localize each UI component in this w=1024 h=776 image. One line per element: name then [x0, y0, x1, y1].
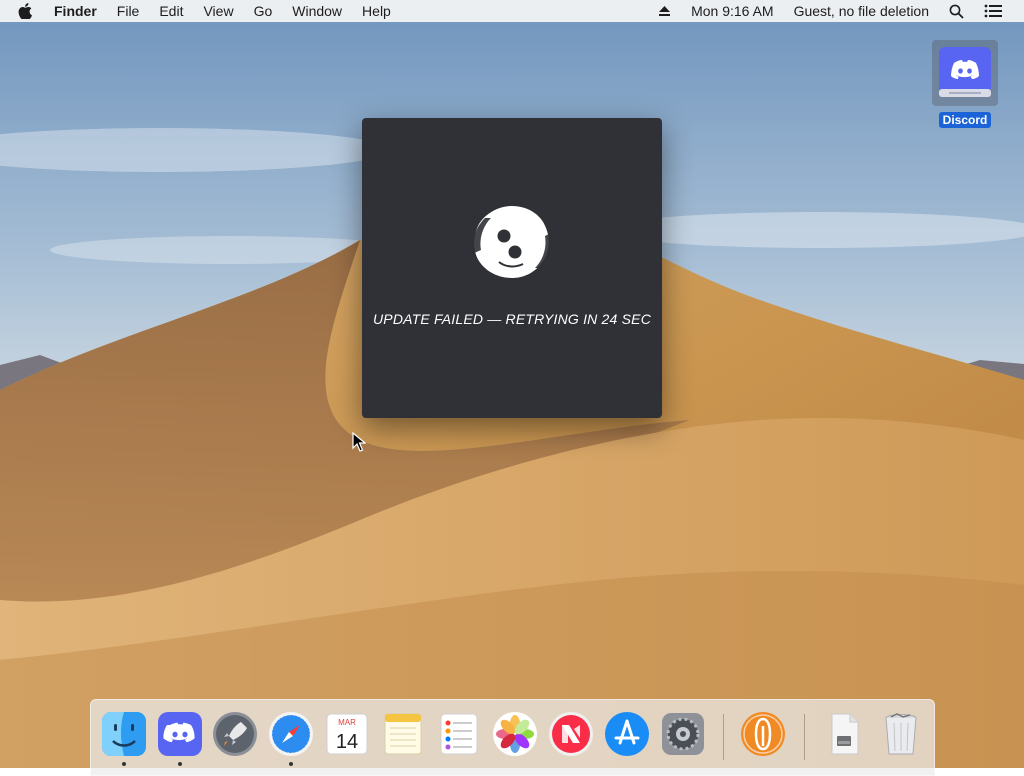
calendar-month: MAR [338, 718, 356, 727]
apple-menu-icon[interactable] [0, 3, 44, 19]
dock-photos-icon[interactable] [491, 710, 539, 758]
dock-separator [723, 714, 724, 760]
menu-app-name[interactable]: Finder [44, 0, 107, 22]
menu-file[interactable]: File [107, 0, 150, 22]
discord-update-window: UPDATE FAILED — RETRYING IN 24 SEC [362, 118, 662, 418]
menu-view[interactable]: View [193, 0, 243, 22]
dock-notes-icon[interactable] [379, 710, 427, 758]
dock-finder-icon[interactable] [100, 710, 148, 758]
running-indicator [178, 762, 182, 766]
dock-trash-icon[interactable] [877, 710, 925, 758]
menu-edit[interactable]: Edit [149, 0, 193, 22]
dock-downloads-stack-icon[interactable] [820, 710, 868, 758]
eject-icon[interactable] [648, 0, 681, 22]
dock-news-icon[interactable] [547, 710, 595, 758]
update-status-text: UPDATE FAILED — RETRYING IN 24 SEC [372, 311, 652, 327]
dock-calendar-icon[interactable]: MAR 14 [323, 710, 371, 758]
spotlight-search-icon[interactable] [939, 0, 974, 22]
menu-bar: Finder File Edit View Go Window Help Mon… [0, 0, 1024, 22]
dock-app-store-icon[interactable] [603, 710, 651, 758]
discord-drive-icon[interactable] [932, 40, 998, 106]
menu-clock[interactable]: Mon 9:16 AM [681, 0, 784, 22]
discord-updater-logo [469, 204, 555, 285]
dock-reminders-icon[interactable] [435, 710, 483, 758]
menu-user[interactable]: Guest, no file deletion [784, 0, 939, 22]
dock-launchpad-icon[interactable] [211, 710, 259, 758]
notification-center-icon[interactable] [974, 0, 1024, 22]
calendar-day: 14 [336, 731, 358, 753]
dock-discord-icon[interactable] [156, 710, 204, 758]
running-indicator [122, 762, 126, 766]
dock-anki-icon[interactable] [739, 710, 787, 758]
menu-go[interactable]: Go [244, 0, 283, 22]
dock-system-preferences-icon[interactable] [659, 710, 707, 758]
dock-separator [804, 714, 805, 760]
running-indicator [289, 762, 293, 766]
dock-safari-icon[interactable] [267, 710, 315, 758]
desktop-item-discord[interactable]: Discord [931, 40, 999, 128]
mouse-cursor-icon [352, 431, 367, 457]
menu-help[interactable]: Help [352, 0, 401, 22]
desktop-item-label[interactable]: Discord [938, 112, 992, 128]
dock: MAR 14 [90, 699, 935, 776]
menu-window[interactable]: Window [282, 0, 352, 22]
